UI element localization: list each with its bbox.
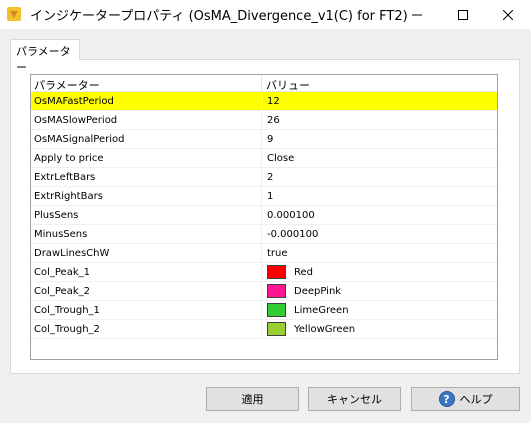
property-name: ExtrLeftBars — [31, 168, 262, 186]
property-value[interactable]: true — [262, 244, 497, 262]
property-row[interactable]: DrawLinesChW true — [31, 244, 497, 263]
help-icon: ? — [438, 391, 455, 407]
property-row[interactable]: PlusSens 0.000100 — [31, 206, 497, 225]
property-value[interactable]: Close — [262, 149, 497, 167]
property-value-text: 2 — [267, 171, 274, 183]
property-value-text: LimeGreen — [294, 304, 349, 316]
property-row[interactable]: Col_Peak_2 DeepPink — [31, 282, 497, 301]
cancel-button[interactable]: キャンセル — [308, 387, 401, 411]
property-row[interactable]: ExtrRightBars 1 — [31, 187, 497, 206]
property-name: ExtrRightBars — [31, 187, 262, 205]
color-swatch[interactable] — [267, 303, 286, 317]
apply-button[interactable]: 適用 — [206, 387, 299, 411]
property-row[interactable]: Col_Trough_2 YellowGreen — [31, 320, 497, 339]
property-value[interactable]: 9 — [262, 130, 497, 148]
property-name: DrawLinesChW — [31, 244, 262, 262]
property-name: Apply to price — [31, 149, 262, 167]
property-row[interactable]: Col_Peak_1 Red — [31, 263, 497, 282]
property-name: Col_Peak_2 — [31, 282, 262, 300]
property-value-text: true — [267, 247, 288, 259]
property-value[interactable]: 2 — [262, 168, 497, 186]
indicator-app-icon — [7, 7, 21, 21]
property-value-text: -0.000100 — [267, 228, 319, 240]
property-value[interactable]: -0.000100 — [262, 225, 497, 243]
column-header-name[interactable]: パラメーター — [31, 75, 262, 92]
grid-rows: OsMAFastPeriod 12 OsMASlowPeriod 26 OsMASign… — [31, 92, 497, 339]
window-title: インジケータープロパティ (OsMA_Divergence_v1(C) for … — [30, 9, 408, 24]
property-value-text: Close — [267, 152, 295, 164]
help-button[interactable]: ? ヘルプ — [411, 387, 520, 411]
property-value-text: Red — [294, 266, 313, 278]
property-name: OsMASignalPeriod — [31, 130, 262, 148]
maximize-icon — [458, 9, 468, 20]
color-swatch[interactable] — [267, 265, 286, 279]
property-value[interactable]: 0.000100 — [262, 206, 497, 224]
property-name: OsMASlowPeriod — [31, 111, 262, 129]
property-name: Col_Trough_1 — [31, 301, 262, 319]
property-value[interactable]: Red — [262, 263, 497, 281]
color-swatch[interactable] — [267, 322, 286, 336]
property-value-text: 9 — [267, 133, 274, 145]
property-value-text: 26 — [267, 114, 280, 126]
property-row[interactable]: OsMAFastPeriod 12 — [31, 92, 497, 111]
tab-parameters[interactable]: パラメーター — [10, 39, 80, 74]
property-value[interactable]: YellowGreen — [262, 320, 497, 338]
column-header-value[interactable]: バリュー — [262, 75, 497, 92]
property-name: Col_Peak_1 — [31, 263, 262, 281]
property-value-text: DeepPink — [294, 285, 342, 297]
property-value-text: 12 — [267, 95, 280, 107]
property-value[interactable]: DeepPink — [262, 282, 497, 300]
close-icon — [503, 9, 513, 20]
close-button[interactable] — [485, 0, 531, 29]
grid-header: パラメーター バリュー — [31, 75, 497, 92]
property-value-text: 0.000100 — [267, 209, 315, 221]
property-name: Col_Trough_2 — [31, 320, 262, 338]
property-value[interactable]: 26 — [262, 111, 497, 129]
maximize-button[interactable] — [440, 0, 486, 29]
title-bar[interactable]: インジケータープロパティ (OsMA_Divergence_v1(C) for … — [0, 0, 531, 29]
property-row[interactable]: Col_Trough_1 LimeGreen — [31, 301, 497, 320]
color-swatch[interactable] — [267, 284, 286, 298]
property-row[interactable]: MinusSens -0.000100 — [31, 225, 497, 244]
property-row[interactable]: OsMASignalPeriod 9 — [31, 130, 497, 149]
minimize-button[interactable] — [394, 0, 440, 29]
minimize-icon — [412, 14, 422, 15]
property-value[interactable]: 1 — [262, 187, 497, 205]
help-button-label: ヘルプ — [459, 393, 493, 406]
property-value[interactable]: LimeGreen — [262, 301, 497, 319]
property-row[interactable]: OsMASlowPeriod 26 — [31, 111, 497, 130]
property-row[interactable]: Apply to price Close — [31, 149, 497, 168]
property-value-text: 1 — [267, 190, 274, 202]
property-name: PlusSens — [31, 206, 262, 224]
property-grid: パラメーター バリュー OsMAFastPeriod 12 OsMASlowPeri… — [30, 74, 498, 360]
property-value[interactable]: 12 — [262, 92, 497, 110]
property-name: MinusSens — [31, 225, 262, 243]
property-name: OsMAFastPeriod — [31, 92, 262, 110]
property-value-text: YellowGreen — [294, 323, 356, 335]
property-row[interactable]: ExtrLeftBars 2 — [31, 168, 497, 187]
